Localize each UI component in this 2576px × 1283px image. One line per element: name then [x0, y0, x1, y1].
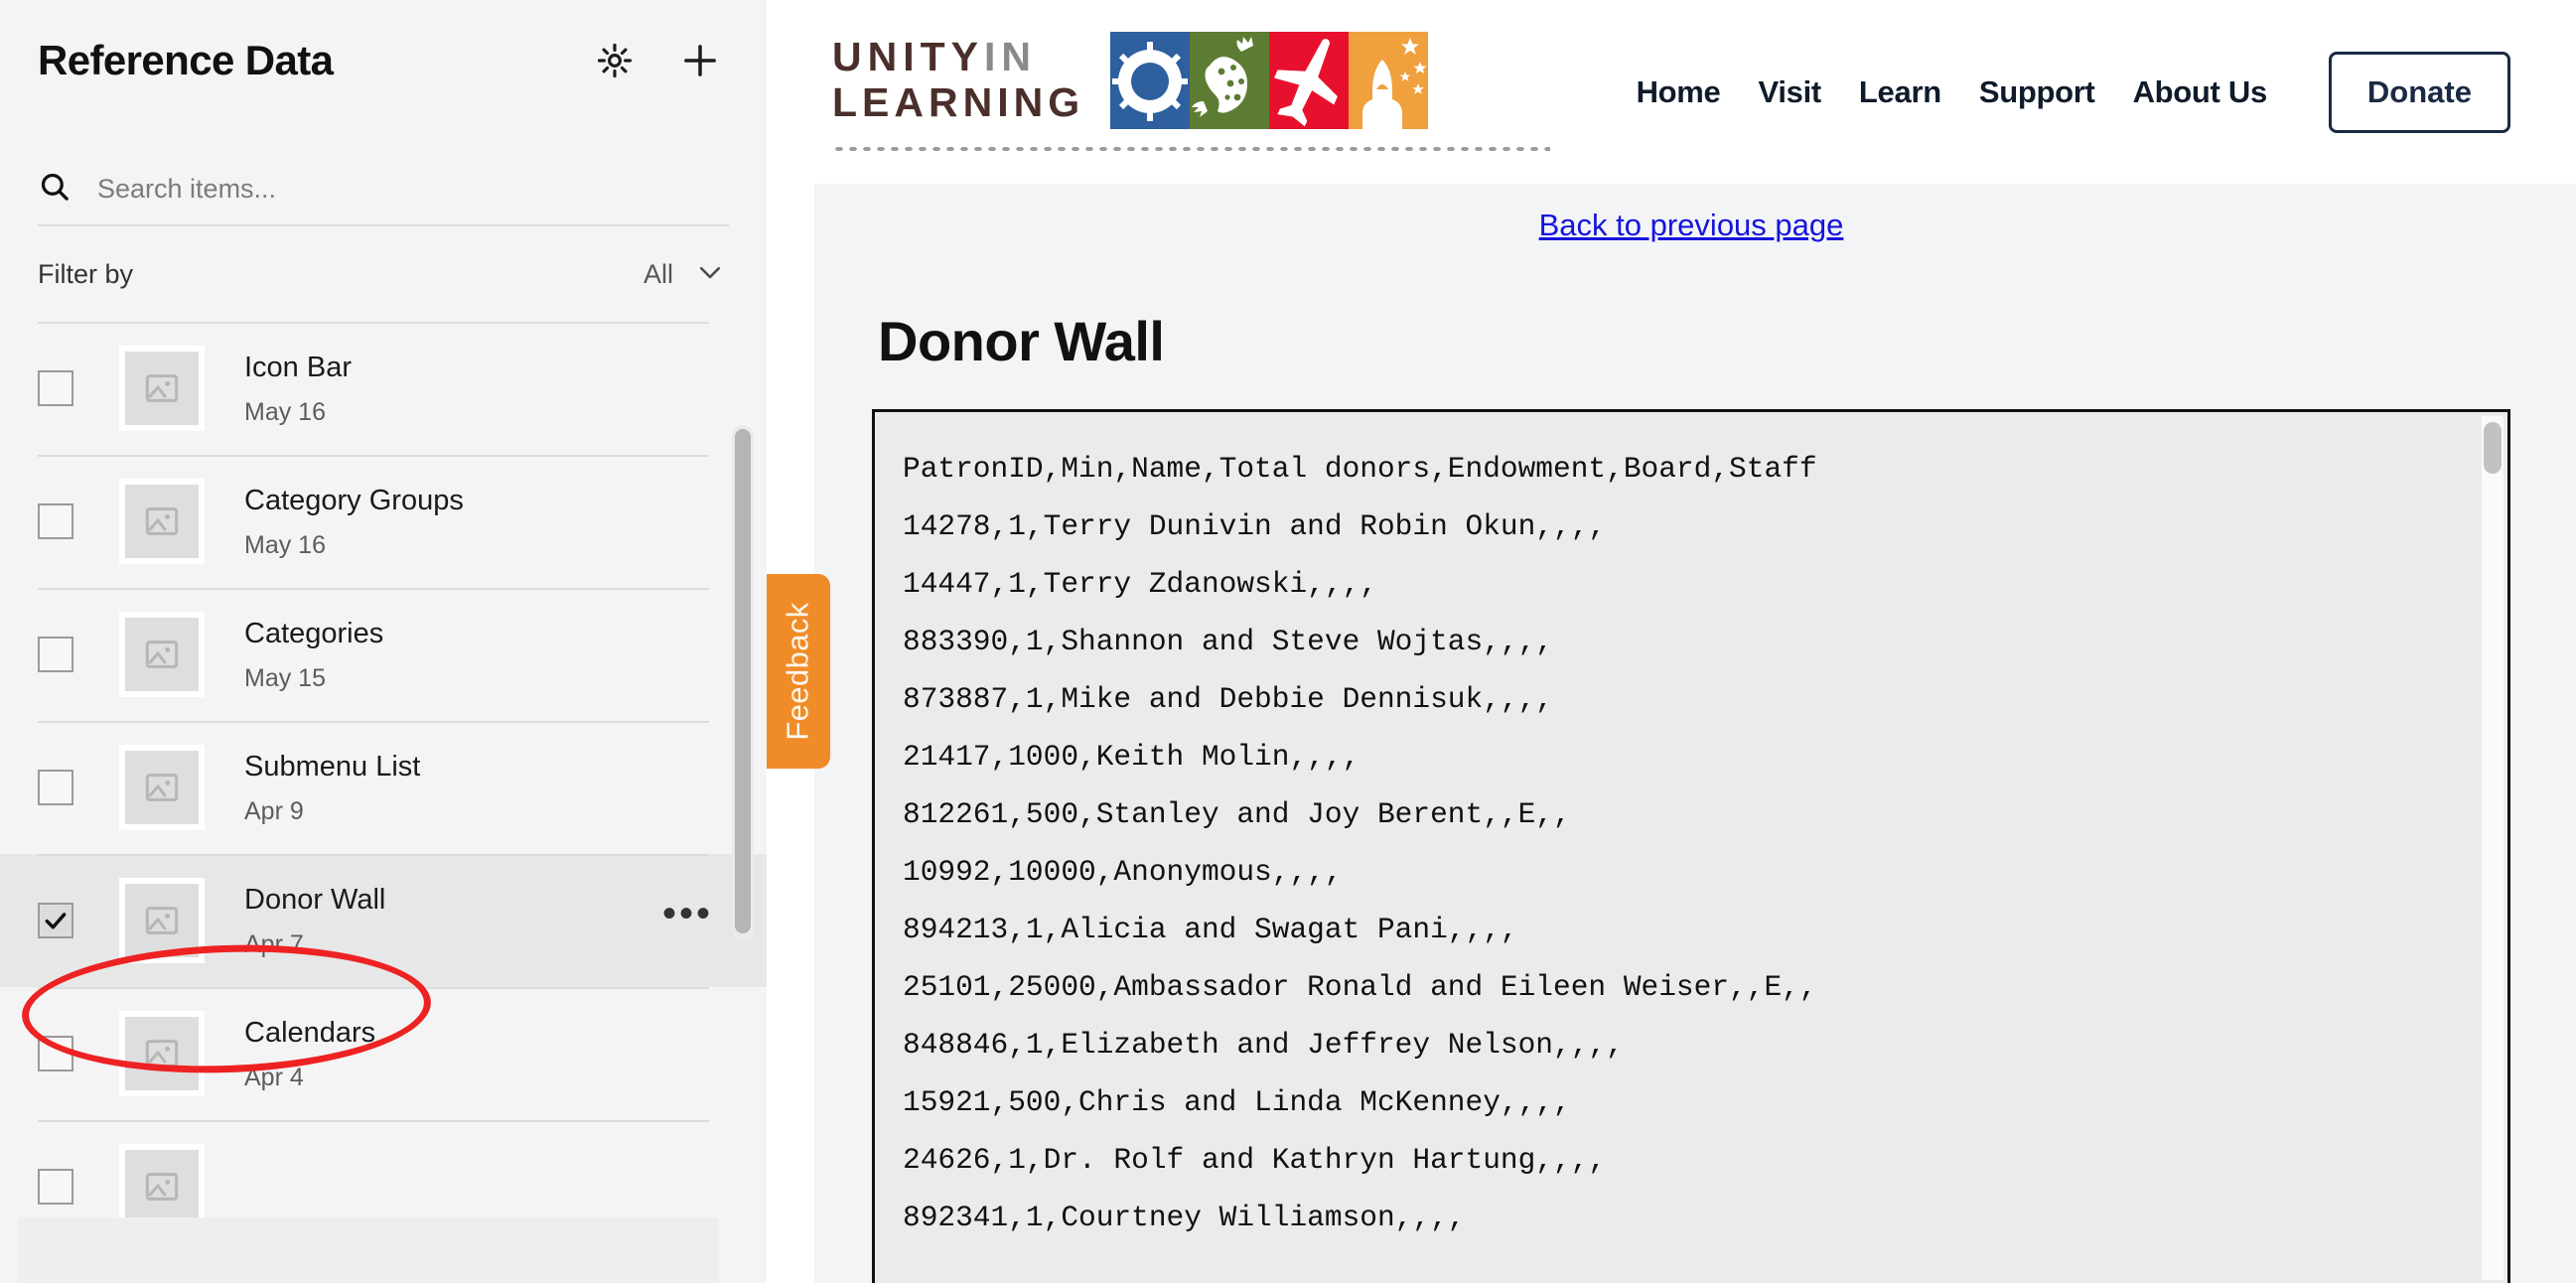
item-name: Categories	[244, 618, 384, 650]
item-date: Apr 7	[244, 929, 304, 958]
site-nav: Home Visit Learn Support About Us Donate	[1637, 51, 2510, 133]
nav-item-home[interactable]: Home	[1637, 74, 1721, 110]
content-page-title: Donor Wall	[878, 310, 1165, 372]
page-title: Reference Data	[38, 37, 334, 83]
sidebar-item-donor-wall[interactable]: Donor Wall Apr 7 •••	[0, 854, 767, 987]
logo-icon-blocks	[1110, 31, 1429, 129]
gear-sun-icon	[1110, 31, 1191, 129]
sidebar-header-actions	[594, 40, 729, 81]
item-checkbox[interactable]	[38, 770, 73, 805]
csv-scrollbar-thumb[interactable]	[2484, 422, 2502, 474]
nav-item-support[interactable]: Support	[1979, 74, 2095, 110]
reference-item-list: Icon Bar May 16 Category Groups May 16 C…	[0, 322, 767, 1253]
image-placeholder-icon	[119, 1011, 205, 1096]
feedback-tab[interactable]: Feedback	[767, 574, 830, 769]
item-overflow-menu-icon[interactable]: •••	[646, 894, 729, 935]
chevron-down-icon	[695, 257, 725, 292]
search-icon	[38, 170, 72, 209]
item-name: Calendars	[244, 1017, 376, 1050]
gear-icon[interactable]	[594, 40, 636, 81]
image-placeholder-icon	[119, 479, 205, 564]
sidebar-bottom-overlay	[18, 1217, 719, 1283]
filter-value: All	[643, 258, 673, 289]
item-text: Icon Bar May 16	[244, 350, 729, 426]
filter-label: Filter by	[38, 258, 134, 289]
item-checkbox[interactable]	[38, 903, 73, 938]
airplane-icon	[1269, 31, 1350, 129]
csv-content: PatronID,Min,Name,Total donors,Endowment…	[903, 452, 1817, 1234]
item-date: May 16	[244, 397, 326, 426]
item-date: May 16	[244, 530, 326, 559]
list-item[interactable]: Submenu List Apr 9	[0, 721, 767, 854]
image-placeholder-icon	[119, 346, 205, 431]
item-date: Apr 4	[244, 1063, 304, 1091]
logo-wordmark: UNITYIN LEARNING	[832, 37, 1085, 125]
logo-unity: UNITY	[832, 34, 984, 80]
nav-item-about-us[interactable]: About Us	[2133, 74, 2268, 110]
site-logo[interactable]: UNITYIN LEARNING	[832, 31, 1550, 153]
item-text: Category Groups May 16	[244, 483, 729, 559]
item-date: Apr 9	[244, 796, 304, 825]
list-item[interactable]: Categories May 15	[0, 588, 767, 721]
logo-line-1: UNITYIN	[832, 37, 1084, 77]
donate-button[interactable]: Donate	[2328, 51, 2510, 133]
image-placeholder-icon	[119, 878, 205, 963]
page-content: Back to previous page Donor Wall PatronI…	[814, 184, 2576, 1283]
item-text: Categories May 15	[244, 616, 729, 692]
filter-row: Filter by All	[38, 226, 729, 322]
list-item[interactable]: Category Groups May 16	[0, 455, 767, 588]
list-item[interactable]: Icon Bar May 16	[0, 322, 767, 455]
list-item[interactable]: Calendars Apr 4	[0, 987, 767, 1120]
item-text: Submenu List Apr 9	[244, 749, 729, 825]
search-input[interactable]	[97, 173, 729, 205]
site-header: UNITYIN LEARNING Home Visit Learn Suppor…	[767, 0, 2576, 184]
nav-item-learn[interactable]: Learn	[1859, 74, 1941, 110]
back-link-row: Back to previous page	[872, 184, 2510, 243]
plus-icon[interactable]	[679, 40, 721, 81]
image-placeholder-icon	[119, 612, 205, 697]
filter-dropdown[interactable]: All	[644, 257, 729, 292]
logo-dotted-rule	[832, 144, 1550, 153]
csv-textarea[interactable]: PatronID,Min,Name,Total donors,Endowment…	[872, 409, 2510, 1283]
rocket-stars-icon	[1349, 31, 1429, 129]
image-placeholder-icon	[119, 745, 205, 830]
main-panel: UNITYIN LEARNING Home Visit Learn Suppor…	[767, 0, 2576, 1283]
item-checkbox[interactable]	[38, 503, 73, 539]
item-name: Icon Bar	[244, 352, 352, 384]
reference-data-sidebar: Reference Data Search items... Filter by…	[0, 0, 767, 1283]
logo-line-2: LEARNING	[832, 78, 1085, 125]
app-root: Reference Data Search items... Filter by…	[0, 0, 2576, 1283]
feedback-label: Feedback	[781, 602, 815, 741]
item-text: Calendars Apr 4	[244, 1015, 729, 1091]
item-checkbox[interactable]	[38, 1169, 73, 1205]
search-bar[interactable]	[38, 153, 729, 226]
item-name: Submenu List	[244, 751, 421, 784]
sidebar-scrollbar-thumb[interactable]	[735, 429, 751, 933]
back-to-previous-page-link[interactable]: Back to previous page	[1539, 208, 1844, 242]
item-checkbox[interactable]	[38, 370, 73, 406]
item-name: Category Groups	[244, 485, 464, 517]
item-checkbox[interactable]	[38, 637, 73, 672]
item-name: Donor Wall	[244, 884, 386, 917]
item-checkbox[interactable]	[38, 1036, 73, 1071]
item-text: Donor Wall Apr 7	[244, 882, 646, 958]
logo-row: UNITYIN LEARNING	[832, 31, 1550, 129]
csv-scrollbar-track[interactable]	[2482, 416, 2504, 1280]
sidebar-header: Reference Data	[0, 0, 767, 99]
nav-item-visit[interactable]: Visit	[1759, 74, 1822, 110]
item-date: May 15	[244, 663, 326, 692]
logo-in: IN	[984, 34, 1037, 80]
lizard-icon	[1190, 31, 1270, 129]
